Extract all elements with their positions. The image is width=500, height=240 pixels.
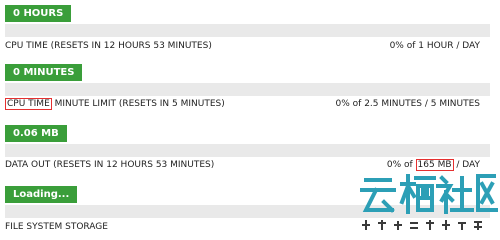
data-out-usage-badge: 0.06 MB bbox=[5, 125, 67, 142]
yunqi-community-logo-icon bbox=[360, 174, 498, 230]
file-storage-loading-badge: Loading... bbox=[5, 186, 78, 203]
cpu-time-usage-text: 0% of 1 HOUR / DAY bbox=[389, 41, 480, 51]
cpu-minute-progress-bar bbox=[5, 83, 490, 96]
data-out-usage-prefix: 0% of bbox=[386, 160, 416, 170]
cpu-time-label: CPU TIME (RESETS IN 12 HOURS 53 MINUTES) bbox=[5, 41, 212, 51]
cpu-minute-label-rest: MINUTE LIMIT (RESETS IN 5 MINUTES) bbox=[51, 99, 225, 109]
cpu-time-usage-badge: 0 HOURS bbox=[5, 5, 72, 22]
watermark-logo bbox=[360, 170, 500, 240]
cpu-time-highlight: CPU TIME bbox=[5, 98, 52, 110]
cpu-minute-label: CPU TIME MINUTE LIMIT (RESETS IN 5 MINUT… bbox=[5, 98, 225, 110]
file-storage-label: FILE SYSTEM STORAGE bbox=[5, 222, 108, 232]
cpu-time-progress-bar bbox=[5, 24, 490, 37]
data-out-label: DATA OUT (RESETS IN 12 HOURS 53 MINUTES) bbox=[5, 160, 215, 170]
data-out-progress-bar bbox=[5, 144, 490, 157]
data-out-usage-suffix: / DAY bbox=[453, 160, 480, 170]
cpu-minute-usage-text: 0% of 2.5 MINUTES / 5 MINUTES bbox=[335, 99, 480, 109]
cpu-minute-usage-badge: 0 MINUTES bbox=[5, 64, 83, 81]
